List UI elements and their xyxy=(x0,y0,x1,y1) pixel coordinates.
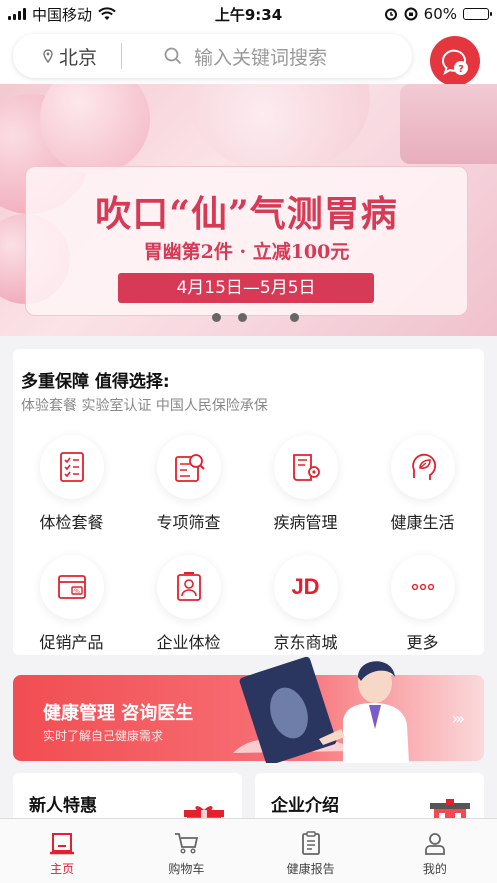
services-card: 多重保障 值得选择: 体验套餐 实验室认证 中国人民保险承保 体检套餐 专项筛查… xyxy=(13,349,484,655)
carrier-label: 中国移动 xyxy=(32,5,93,24)
service-label: 促销产品 xyxy=(39,633,104,652)
tab-label: 购物车 xyxy=(168,862,205,876)
chevrons-right-icon: ››› xyxy=(451,709,465,728)
balloon-decoration xyxy=(400,84,497,164)
screening-icon xyxy=(156,435,221,499)
banner-card: 吹口“仙”气测胃病 胃幽第2件 · 立减100元 4月15日—5月5日 xyxy=(25,166,468,316)
location-pin-icon xyxy=(43,49,53,63)
city-label: 北京 xyxy=(59,46,98,69)
tab-profile[interactable]: 我的 xyxy=(373,819,497,883)
alarm-icon xyxy=(384,8,397,21)
bottom-tab-bar: 主页 购物车 健康报告 我的 xyxy=(0,818,497,883)
customer-service-button[interactable]: ? xyxy=(430,36,480,86)
tab-label: 健康报告 xyxy=(286,862,335,876)
rotation-lock-icon xyxy=(404,7,418,21)
disease-book-icon xyxy=(273,435,338,499)
health-banner-subtitle: 实时了解自己健康需求 xyxy=(43,729,164,743)
service-healthy-life[interactable]: 健康生活 xyxy=(364,435,481,533)
search-bar: 北京 输入关键词搜索 xyxy=(13,34,412,78)
banner-date: 4月15日—5月5日 xyxy=(118,273,374,303)
svg-text:%: % xyxy=(74,588,80,595)
service-promotion[interactable]: % 促销产品 xyxy=(13,555,130,653)
report-icon xyxy=(301,831,320,855)
service-label: 疾病管理 xyxy=(273,513,338,532)
carousel-dot-active[interactable] xyxy=(264,313,273,322)
service-label: 企业体检 xyxy=(156,633,221,652)
search-placeholder: 输入关键词搜索 xyxy=(194,46,328,69)
service-special-screening[interactable]: 专项筛查 xyxy=(130,435,247,533)
promo-banner[interactable]: 吹口“仙”气测胃病 胃幽第2件 · 立减100元 4月15日—5月5日 xyxy=(0,84,497,336)
service-checkup-package[interactable]: 体检套餐 xyxy=(13,435,130,533)
health-consult-banner[interactable]: 健康管理 咨询医生 实时了解自己健康需求 ››› xyxy=(13,656,484,763)
jd-logo-text: JD xyxy=(291,574,320,599)
tab-label: 主页 xyxy=(50,862,75,876)
healthy-life-icon xyxy=(390,435,455,499)
battery-icon xyxy=(463,8,492,20)
chat-help-icon: ? xyxy=(442,49,468,76)
service-label: 专项筛查 xyxy=(156,513,221,532)
carousel-dot[interactable] xyxy=(212,313,221,322)
doctor-illustration xyxy=(233,656,409,763)
tab-health-report[interactable]: 健康报告 xyxy=(249,819,373,883)
home-icon xyxy=(50,833,75,855)
status-time: 上午9:34 xyxy=(214,5,283,24)
company-intro-title: 企业介绍 xyxy=(271,796,339,816)
cart-icon xyxy=(175,833,199,854)
services-heading: 多重保障 值得选择: xyxy=(21,372,170,392)
search-input[interactable]: 输入关键词搜索 xyxy=(122,43,327,70)
services-grid: 体检套餐 专项筛查 疾病管理 健康生活 % 促销产品 企业体检 JD 京东商城 … xyxy=(13,435,484,653)
header: 北京 输入关键词搜索 ? xyxy=(0,28,497,86)
more-icon xyxy=(390,555,455,619)
service-disease-management[interactable]: 疾病管理 xyxy=(247,435,364,533)
battery-percent: 60% xyxy=(423,5,457,23)
promotion-card-icon: % xyxy=(39,555,104,619)
services-subheading: 体验套餐 实验室认证 中国人民保险承保 xyxy=(21,398,268,414)
banner-subtitle: 胃幽第2件 · 立减100元 xyxy=(143,241,350,263)
svg-text:?: ? xyxy=(458,64,464,75)
tab-label: 我的 xyxy=(422,862,447,876)
carousel-dot[interactable] xyxy=(238,313,247,322)
carousel-dot[interactable] xyxy=(290,313,299,322)
carousel-indicator xyxy=(212,313,299,322)
service-label: 健康生活 xyxy=(390,513,455,532)
tab-home[interactable]: 主页 xyxy=(0,819,124,883)
wifi-icon xyxy=(98,7,116,20)
user-icon xyxy=(424,833,445,855)
service-label: 体检套餐 xyxy=(39,513,104,532)
balloon-decoration xyxy=(190,84,370,174)
tab-cart[interactable]: 购物车 xyxy=(124,819,248,883)
new-user-promo-title: 新人特惠 xyxy=(29,796,97,816)
city-selector[interactable]: 北京 xyxy=(13,43,121,70)
enterprise-icon xyxy=(156,555,221,619)
signal-icon xyxy=(8,8,26,20)
health-banner-title: 健康管理 咨询医生 xyxy=(43,703,194,724)
jd-logo-icon: JD xyxy=(273,555,338,619)
status-bar: 中国移动 上午9:34 60% xyxy=(0,0,497,28)
checklist-icon xyxy=(39,435,104,499)
search-icon xyxy=(164,47,182,65)
banner-title: 吹口“仙”气测胃病 xyxy=(95,193,398,235)
